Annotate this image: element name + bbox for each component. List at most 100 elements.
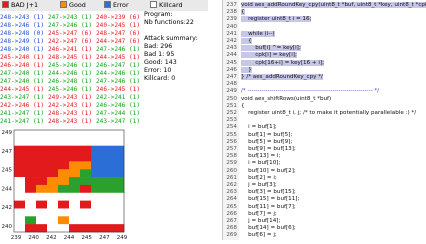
heatmap-cell[interactable] bbox=[69, 161, 81, 170]
heatmap-cell[interactable] bbox=[58, 161, 70, 170]
transition-entry[interactable]: 246->248 (1) bbox=[48, 78, 92, 86]
heatmap-cell[interactable] bbox=[58, 224, 70, 233]
code-line[interactable]: void aes_addRoundKey_cpy(uint8_t *buf, u… bbox=[241, 2, 426, 8]
transition-entry[interactable]: 246->241 (1) bbox=[48, 46, 92, 54]
transition-entry[interactable]: 247->243 (1) bbox=[48, 14, 92, 22]
heatmap-cell[interactable] bbox=[69, 153, 81, 162]
heatmap-cell[interactable] bbox=[25, 145, 37, 154]
heatmap-cell[interactable] bbox=[14, 216, 26, 225]
heatmap-cell[interactable] bbox=[47, 192, 59, 201]
heatmap-cell[interactable] bbox=[58, 137, 70, 146]
code-line[interactable]: register uint8_t i, j; /* to make it pot… bbox=[241, 110, 416, 116]
heatmap-cell[interactable] bbox=[113, 192, 125, 201]
transition-entry[interactable]: 247->240 (1) bbox=[0, 78, 44, 86]
heatmap-cell[interactable] bbox=[36, 153, 48, 162]
code-line[interactable]: buf[11] = buf[7]; bbox=[241, 204, 296, 210]
heatmap-cell[interactable] bbox=[102, 130, 114, 139]
heatmap-cell[interactable] bbox=[91, 153, 103, 162]
heatmap-cell[interactable] bbox=[113, 177, 125, 186]
transition-entry[interactable]: 246->246 (1) bbox=[96, 102, 140, 110]
heatmap-cell[interactable] bbox=[58, 145, 70, 154]
heatmap-cell[interactable] bbox=[58, 130, 70, 139]
transition-entry[interactable]: 240->239 (6) bbox=[96, 14, 140, 22]
heatmap-cell[interactable] bbox=[58, 200, 70, 209]
heatmap-cell[interactable] bbox=[47, 137, 59, 146]
code-line[interactable]: buf[15] = buf[11]; bbox=[241, 196, 299, 202]
code-line[interactable]: buf[i] ^= key[i]; bbox=[241, 45, 301, 52]
heatmap-cell[interactable] bbox=[80, 208, 92, 217]
transition-entry[interactable]: 248->243 (1) bbox=[0, 14, 44, 22]
code-editor[interactable]: 237 void aes_addRoundKey_cpy(uint8_t *buf… bbox=[222, 0, 426, 240]
heatmap-cell[interactable] bbox=[14, 200, 26, 209]
heatmap-cell[interactable] bbox=[80, 145, 92, 154]
code-line[interactable]: i = buf[10]; bbox=[241, 160, 280, 166]
code-line[interactable]: buf[1] = buf[5]; bbox=[241, 132, 292, 138]
heatmap-cell[interactable] bbox=[14, 224, 26, 233]
transition-entry[interactable]: 244->245 (1) bbox=[0, 86, 44, 94]
transition-entry[interactable]: 247->246 (1) bbox=[96, 78, 140, 86]
heatmap-cell[interactable] bbox=[47, 153, 59, 162]
heatmap-cell[interactable] bbox=[102, 224, 114, 233]
heatmap-cell[interactable] bbox=[69, 224, 81, 233]
heatmap-cell[interactable] bbox=[25, 224, 37, 233]
heatmap-cell[interactable] bbox=[80, 130, 92, 139]
code-line[interactable]: buf[10] = buf[2]; bbox=[241, 168, 296, 174]
heatmap-cell[interactable] bbox=[14, 145, 26, 154]
heatmap-cell[interactable] bbox=[47, 145, 59, 154]
heatmap-cell[interactable] bbox=[25, 184, 37, 194]
heatmap-cell[interactable] bbox=[80, 161, 92, 170]
heatmap-cell[interactable] bbox=[25, 169, 37, 178]
heatmap-cell[interactable] bbox=[80, 200, 92, 209]
heatmap-cell[interactable] bbox=[14, 177, 26, 186]
heatmap-cell[interactable] bbox=[25, 153, 37, 162]
heatmap-cell[interactable] bbox=[113, 208, 125, 217]
code-line[interactable]: } bbox=[241, 66, 252, 73]
pane-divider[interactable] bbox=[208, 0, 222, 240]
transition-entry[interactable]: 241->247 (1) bbox=[0, 118, 44, 126]
transition-entry[interactable]: 245->246 (1) bbox=[48, 86, 92, 94]
transition-entry[interactable]: 248->245 (1) bbox=[48, 54, 92, 62]
transition-entry[interactable]: 243->247 (1) bbox=[0, 94, 44, 102]
heatmap-cell[interactable] bbox=[91, 216, 103, 225]
heatmap-cell[interactable] bbox=[47, 177, 59, 186]
heatmap-cell[interactable] bbox=[69, 216, 81, 225]
heatmap-cell[interactable] bbox=[102, 208, 114, 217]
legend-item-good[interactable]: Good bbox=[60, 0, 86, 11]
heatmap-cell[interactable] bbox=[91, 145, 103, 154]
code-line[interactable]: buf[3] = buf[15]; bbox=[241, 189, 296, 195]
heatmap-cell[interactable] bbox=[113, 224, 125, 233]
heatmap-cell[interactable] bbox=[69, 192, 81, 201]
heatmap-cell[interactable] bbox=[102, 192, 114, 201]
heatmap-cell[interactable] bbox=[25, 161, 37, 170]
transition-entry[interactable]: 247->244 (1) bbox=[96, 110, 140, 118]
transition-entry[interactable]: 249->243 (1) bbox=[48, 94, 92, 102]
heatmap-cell[interactable] bbox=[91, 137, 103, 146]
transition-entry[interactable]: 248->248 (0) bbox=[0, 30, 44, 38]
heatmap-cell[interactable] bbox=[58, 208, 70, 217]
heatmap-cell[interactable] bbox=[80, 177, 92, 186]
heatmap-cell[interactable] bbox=[14, 137, 26, 146]
heatmap-cell[interactable] bbox=[113, 216, 125, 225]
heatmap-cell[interactable] bbox=[69, 130, 81, 139]
code-line[interactable]: i = buf[1]; bbox=[241, 124, 277, 130]
heatmap-cell[interactable] bbox=[69, 137, 81, 146]
heatmap-cell[interactable] bbox=[80, 224, 92, 233]
heatmap-cell[interactable] bbox=[69, 169, 81, 178]
heatmap-cell[interactable] bbox=[25, 130, 37, 139]
heatmap-cell[interactable] bbox=[36, 184, 48, 194]
legend-item-error[interactable]: Error bbox=[104, 0, 129, 11]
heatmap-cell[interactable] bbox=[36, 200, 48, 209]
heatmap-cell[interactable] bbox=[113, 200, 125, 209]
heatmap-cell[interactable] bbox=[91, 169, 103, 178]
code-line[interactable]: while (i--) bbox=[241, 30, 275, 37]
heatmap-cell[interactable] bbox=[58, 192, 70, 201]
transition-entry[interactable]: 246->245 (1) bbox=[96, 86, 140, 94]
heatmap-cell[interactable] bbox=[80, 137, 92, 146]
heatmap-cell[interactable] bbox=[14, 184, 26, 194]
transition-entry[interactable]: 242->241 (1) bbox=[96, 94, 140, 102]
transition-entry[interactable]: 247->246 (1) bbox=[48, 22, 92, 30]
heatmap-cell[interactable] bbox=[14, 161, 26, 170]
heatmap-cell[interactable] bbox=[91, 224, 103, 233]
heatmap-cell[interactable] bbox=[36, 216, 48, 225]
code-line[interactable]: j = buf[14]; bbox=[241, 218, 280, 224]
